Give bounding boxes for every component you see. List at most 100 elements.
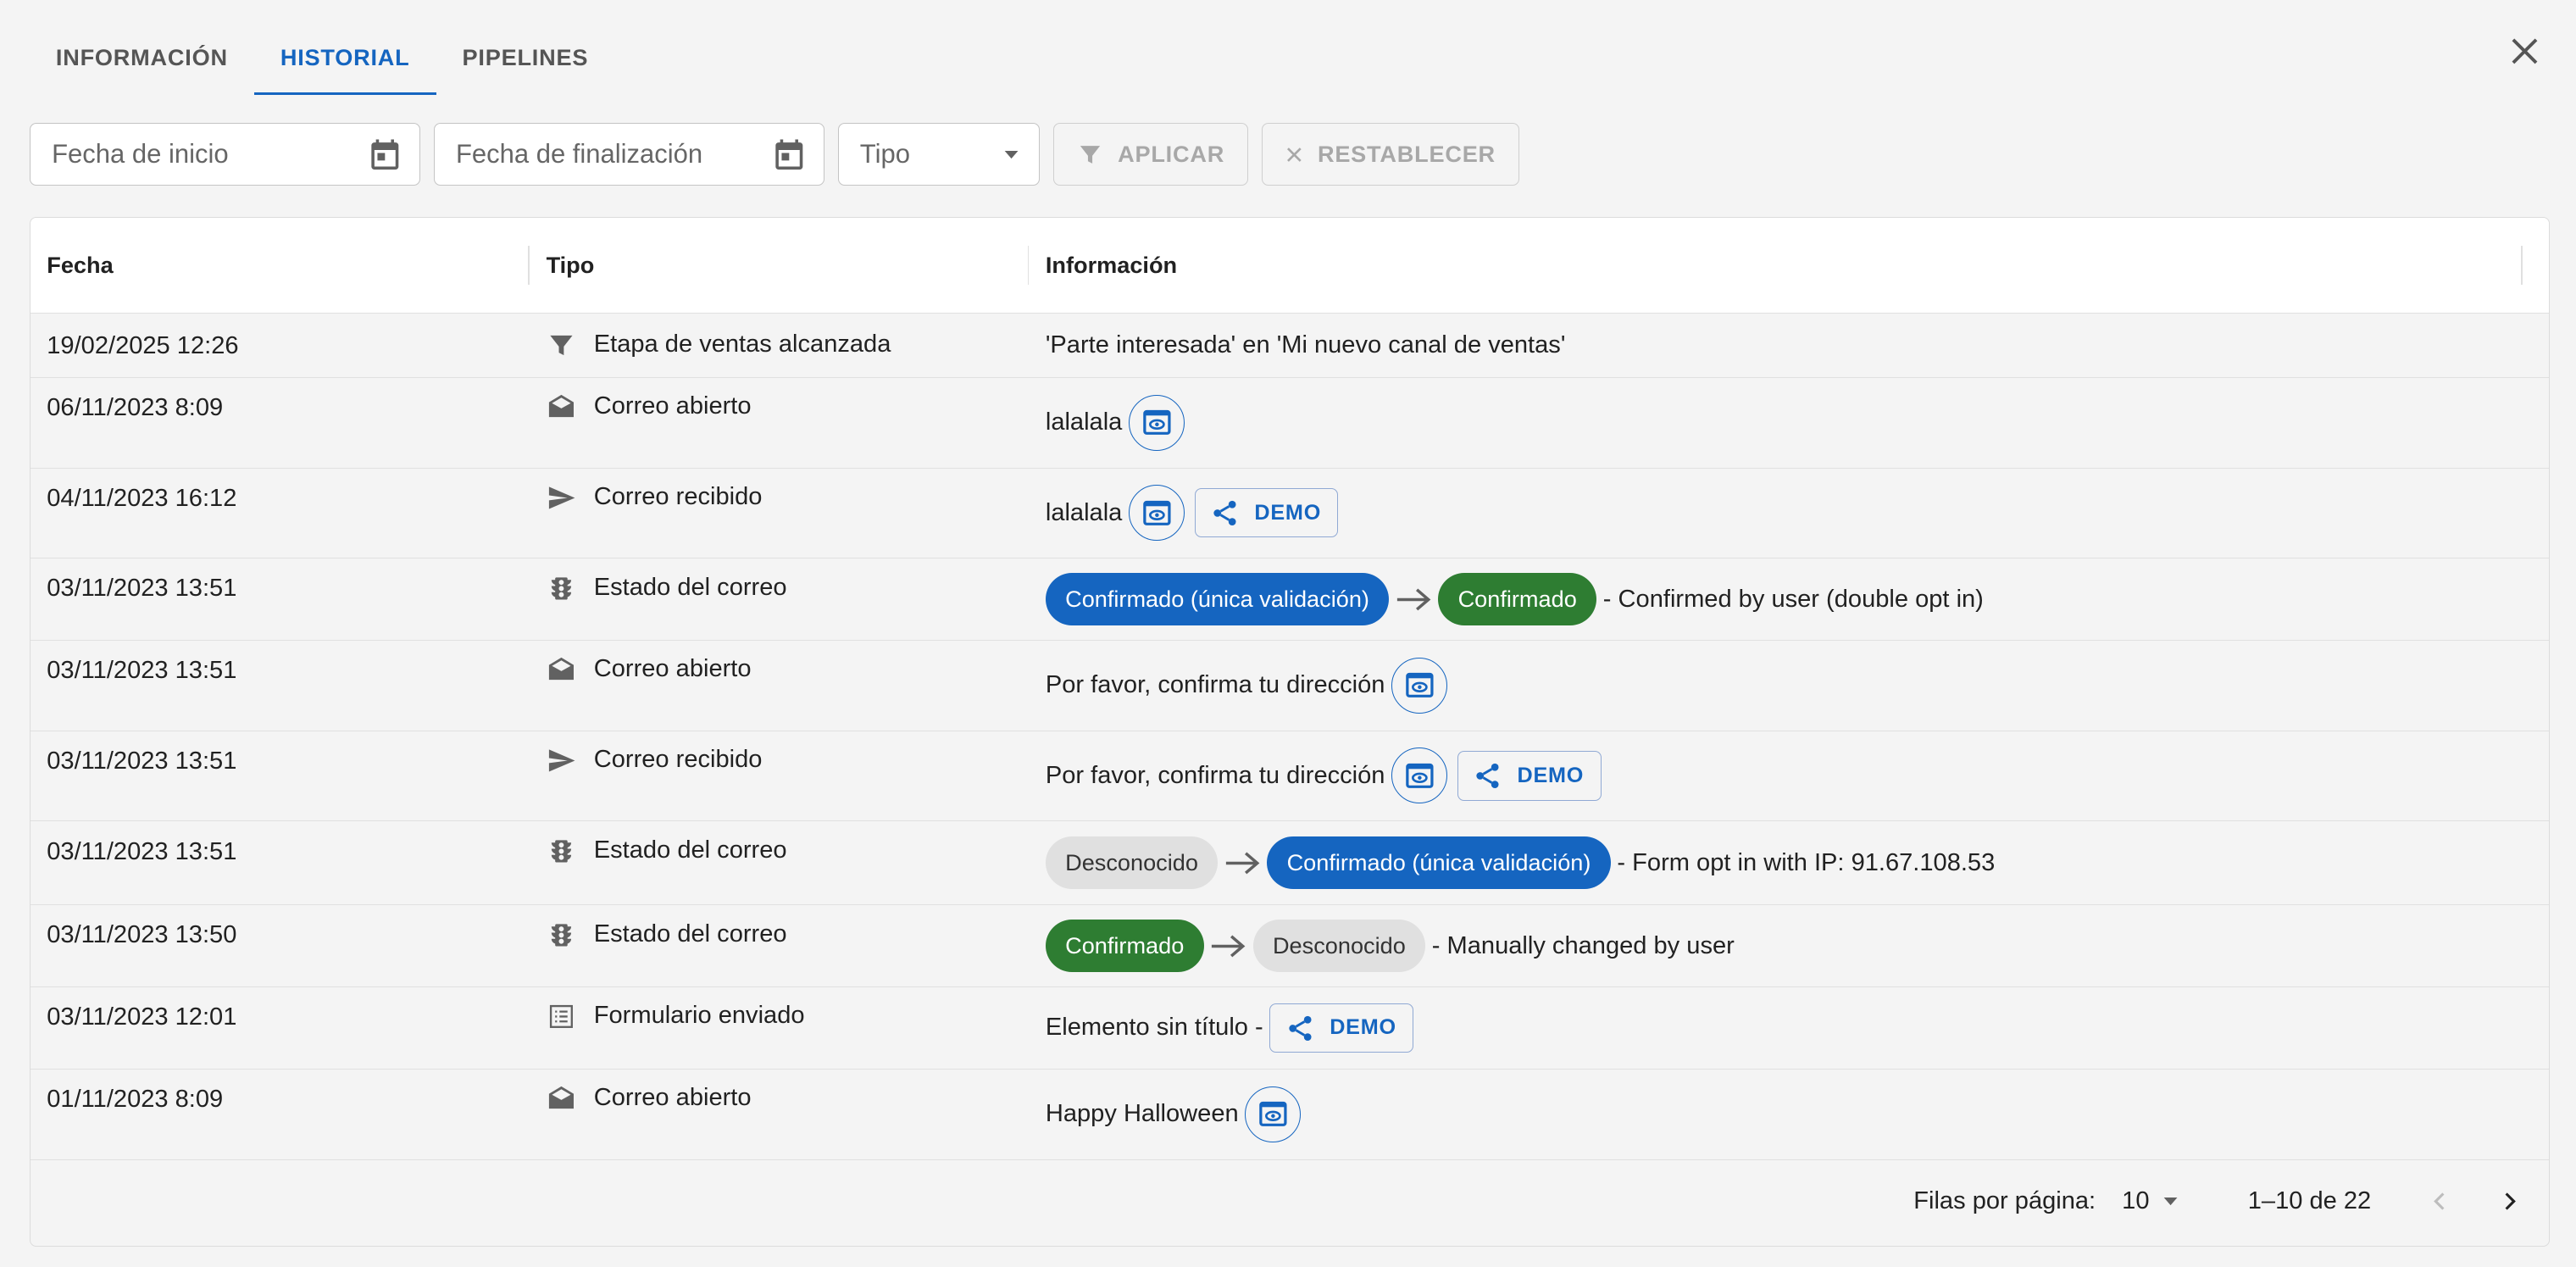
demo-share-button[interactable]: DEMO xyxy=(1194,488,1339,538)
status-note: - Form opt in with IP: 91.67.108.53 xyxy=(1617,848,1996,876)
filter-bar: Fecha de inicio Fecha de finalización Ti… xyxy=(29,123,1520,186)
info-text: 'Parte interesada' en 'Mi nuevo canal de… xyxy=(1045,331,1566,359)
start-date-field[interactable]: Fecha de inicio xyxy=(29,123,421,186)
info-text: Por favor, confirma tu dirección xyxy=(1045,671,1385,699)
end-date-placeholder: Fecha de finalización xyxy=(455,139,703,169)
info-cell: Confirmado (única validación) Confirmado… xyxy=(1029,558,2548,640)
previous-page-button[interactable] xyxy=(2420,1182,2460,1222)
type-placeholder: Tipo xyxy=(859,139,910,169)
tab-bar: INFORMACIÓN HISTORIAL PIPELINES xyxy=(30,19,615,96)
status-from-badge: Confirmado (única validación) xyxy=(1045,573,1390,626)
info-cell: lalalala xyxy=(1029,378,2548,468)
type-cell: Etapa de ventas alcanzada xyxy=(530,314,1029,377)
type-cell: Formulario enviado xyxy=(530,987,1029,1069)
preview-email-button[interactable] xyxy=(1245,1086,1302,1142)
filter-icon xyxy=(1080,145,1100,164)
status-note: - Confirmed by user (double opt in) xyxy=(1602,585,1984,613)
form-list-icon xyxy=(549,1005,573,1029)
page-range: 1–10 de 22 xyxy=(2247,1187,2372,1215)
column-header-informacion[interactable]: Información xyxy=(1029,218,2548,313)
chevron-left-icon xyxy=(2434,1192,2445,1211)
date-cell: 01/11/2023 8:09 xyxy=(47,1086,224,1114)
rows-per-page-select[interactable]: 10 xyxy=(2122,1187,2182,1215)
start-date-placeholder: Fecha de inicio xyxy=(52,139,229,169)
preview-email-button[interactable] xyxy=(1129,394,1185,451)
tab-pipelines[interactable]: PIPELINES xyxy=(436,19,615,95)
history-table: Fecha Tipo Información 19/02/2025 12:26 … xyxy=(29,216,2550,1248)
info-cell: Confirmado Desconocido - Manually change… xyxy=(1029,905,2548,986)
date-cell: 04/11/2023 16:12 xyxy=(47,484,237,512)
info-cell: Happy Halloween xyxy=(1029,1070,2548,1159)
table-row: 01/11/2023 8:09 Correo abierto Happy Hal… xyxy=(30,1070,2549,1160)
column-header-tipo[interactable]: Tipo xyxy=(530,218,1030,313)
type-cell: Estado del correo xyxy=(530,905,1029,986)
info-cell: Desconocido Confirmado (única validación… xyxy=(1029,821,2548,904)
demo-label: DEMO xyxy=(1517,763,1585,787)
table-row: 06/11/2023 8:09 Correo abierto lalalala xyxy=(30,378,2549,469)
table-header: Fecha Tipo Información xyxy=(30,217,2549,314)
rows-per-page-value: 10 xyxy=(2122,1187,2150,1215)
status-from-badge: Desconocido xyxy=(1045,836,1219,890)
open-envelope-icon xyxy=(548,658,574,681)
date-cell: 19/02/2025 12:26 xyxy=(47,331,239,359)
calendar-icon xyxy=(371,139,399,169)
status-to-badge: Confirmado xyxy=(1438,573,1597,626)
reset-button[interactable]: RESTABLECER xyxy=(1261,123,1520,186)
table-row: 03/11/2023 13:51 Estado del correo Confi… xyxy=(30,558,2549,642)
apply-button[interactable]: APLICAR xyxy=(1052,123,1249,186)
close-icon xyxy=(1286,147,1302,162)
pagination: Filas por página: 10 1–10 de 22 xyxy=(31,1158,2549,1247)
date-cell: 06/11/2023 8:09 xyxy=(47,394,224,422)
info-text: lalalala xyxy=(1045,408,1123,436)
calendar-icon xyxy=(775,139,803,169)
share-icon xyxy=(1289,1015,1312,1041)
demo-share-button[interactable]: DEMO xyxy=(1269,1003,1414,1053)
arrow-right-icon xyxy=(1212,935,1246,958)
date-cell: 03/11/2023 13:51 xyxy=(47,837,237,865)
type-cell: Correo recibido xyxy=(530,469,1029,558)
date-cell: 03/11/2023 13:51 xyxy=(47,657,237,685)
date-cell: 03/11/2023 12:01 xyxy=(47,1003,237,1031)
close-button[interactable] xyxy=(2507,33,2543,69)
demo-label: DEMO xyxy=(1330,1015,1396,1040)
info-cell: Por favor, confirma tu dirección xyxy=(1029,641,2548,731)
info-text: Por favor, confirma tu dirección xyxy=(1045,761,1385,789)
preview-email-button[interactable] xyxy=(1391,747,1448,804)
status-note: - Manually changed by user xyxy=(1431,931,1735,959)
tab-informacion[interactable]: INFORMACIÓN xyxy=(30,19,254,95)
preview-eye-icon xyxy=(1142,500,1171,525)
info-text: Elemento sin título - xyxy=(1045,1014,1263,1042)
traffic-light-icon xyxy=(551,840,571,863)
rows-per-page-label: Filas por página: xyxy=(1913,1187,2096,1215)
reset-label: RESTABLECER xyxy=(1317,141,1496,168)
info-cell: Por favor, confirma tu dirección DEMO xyxy=(1029,731,2548,821)
table-row: 03/11/2023 13:51 Correo recibido Por fav… xyxy=(30,731,2549,822)
info-cell: lalalala DEMO xyxy=(1029,469,2548,558)
status-to-badge: Desconocido xyxy=(1252,920,1426,973)
caret-down-icon xyxy=(1004,150,1019,158)
caret-down-icon xyxy=(2163,1198,2178,1206)
close-icon xyxy=(2512,38,2538,64)
preview-eye-icon xyxy=(1405,673,1434,698)
traffic-light-icon xyxy=(551,923,571,947)
type-select[interactable]: Tipo xyxy=(837,123,1041,186)
end-date-field[interactable]: Fecha de finalización xyxy=(433,123,825,186)
status-to-badge: Confirmado (única validación) xyxy=(1267,836,1611,890)
preview-email-button[interactable] xyxy=(1391,657,1448,714)
demo-share-button[interactable]: DEMO xyxy=(1457,751,1602,801)
column-header-fecha[interactable]: Fecha xyxy=(31,218,530,313)
tab-historial[interactable]: HISTORIAL xyxy=(253,19,436,96)
preview-eye-icon xyxy=(1405,763,1434,788)
info-text: Happy Halloween xyxy=(1045,1100,1239,1128)
open-envelope-icon xyxy=(548,395,574,418)
preview-email-button[interactable] xyxy=(1129,485,1185,542)
date-cell: 03/11/2023 13:51 xyxy=(47,747,237,775)
chevron-right-icon xyxy=(2505,1192,2516,1211)
type-cell: Correo abierto xyxy=(530,641,1029,731)
date-cell: 03/11/2023 13:50 xyxy=(47,921,237,949)
arrow-right-icon xyxy=(1225,852,1260,875)
type-cell: Correo abierto xyxy=(530,378,1029,468)
next-page-button[interactable] xyxy=(2490,1182,2529,1222)
open-envelope-icon xyxy=(548,1086,574,1109)
type-cell: Estado del correo xyxy=(530,558,1029,640)
